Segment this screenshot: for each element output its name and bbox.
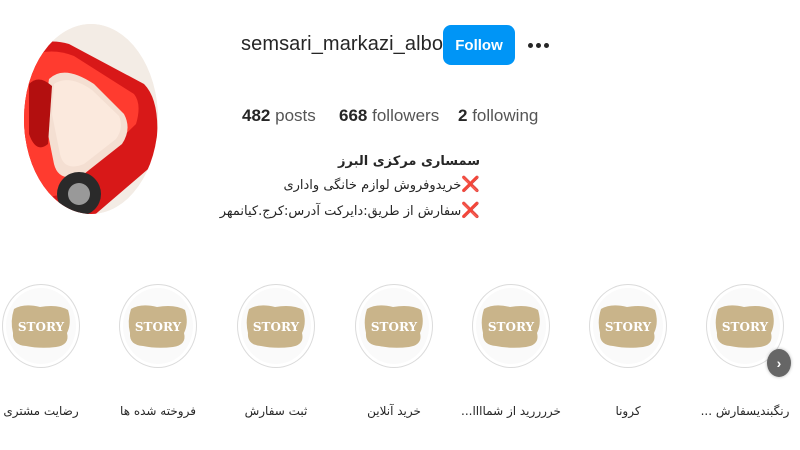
highlight-cover: STORY bbox=[593, 288, 663, 364]
follow-button[interactable]: Follow bbox=[443, 25, 515, 65]
bio-line-text: سفارش از طریق:دایرکت آدرس:کرج.کیانمهر bbox=[219, 204, 462, 219]
posts-count: 482 posts bbox=[242, 106, 316, 126]
highlight-cover: STORY bbox=[476, 288, 546, 364]
story-badge-icon: STORY bbox=[11, 305, 70, 348]
highlight-label: کرونا bbox=[615, 404, 641, 418]
following-label: following bbox=[472, 106, 539, 125]
more-horizontal-icon bbox=[527, 42, 533, 48]
highlight-ring: STORY bbox=[355, 284, 433, 368]
story-badge-icon: STORY bbox=[128, 305, 187, 348]
story-badge-text: STORY bbox=[605, 320, 652, 334]
highlight-item[interactable]: STORY فروخته شده ها bbox=[103, 284, 213, 418]
profile-bio: سمساری مرکزی البرز ❌خریدوفروش لوازم خانگ… bbox=[220, 152, 480, 224]
story-badge-text: STORY bbox=[488, 320, 535, 334]
posts-label: posts bbox=[275, 106, 316, 125]
highlight-cover: STORY bbox=[6, 288, 76, 364]
story-badge-icon: STORY bbox=[246, 305, 305, 348]
highlight-ring: STORY bbox=[472, 284, 550, 368]
highlight-label: رنگبندیسفارش ... bbox=[700, 404, 790, 418]
highlight-item[interactable]: STORY خرید آنلاین bbox=[339, 284, 449, 418]
car-bed-image bbox=[24, 24, 158, 214]
story-badge-text: STORY bbox=[18, 320, 65, 334]
highlight-item[interactable]: STORY رضایت مشتری bbox=[0, 284, 96, 418]
profile-username: semsari_markazi_alborz bbox=[241, 33, 460, 55]
story-badge-text: STORY bbox=[371, 320, 418, 334]
bio-line: ❌سفارش از طریق:دایرکت آدرس:کرج.کیانمهر bbox=[220, 198, 480, 224]
highlight-ring: STORY bbox=[119, 284, 197, 368]
story-badge-text: STORY bbox=[253, 320, 300, 334]
more-dot bbox=[543, 42, 549, 48]
bio-line: ❌خریدوفروش لوازم خانگی واداری bbox=[230, 172, 480, 198]
following-link[interactable]: 2 following bbox=[458, 106, 538, 126]
bio-line-text: خریدوفروش لوازم خانگی واداری bbox=[283, 178, 462, 193]
highlight-label: رضایت مشتری bbox=[3, 404, 79, 418]
chevron-right-icon: › bbox=[776, 355, 782, 371]
bio-full-name: سمساری مرکزی البرز bbox=[338, 154, 480, 169]
close-mark-icon: ❌ bbox=[461, 201, 480, 219]
highlights-next-button[interactable]: › bbox=[767, 349, 791, 377]
highlight-label: ثبت سفارش bbox=[244, 404, 308, 418]
close-mark-icon: ❌ bbox=[461, 175, 480, 193]
followers-number: 668 bbox=[339, 106, 368, 125]
highlight-label: فروخته شده ها bbox=[120, 404, 196, 418]
highlight-item[interactable]: STORY خررررید از شماااا... bbox=[456, 284, 566, 418]
followers-link[interactable]: 668 followers bbox=[339, 106, 439, 126]
highlight-cover: STORY bbox=[123, 288, 193, 364]
highlight-ring: STORY bbox=[589, 284, 667, 368]
story-badge-icon: STORY bbox=[715, 305, 774, 348]
highlight-item[interactable]: STORY کرونا bbox=[573, 284, 683, 418]
posts-number: 482 bbox=[242, 106, 271, 125]
more-options-button[interactable] bbox=[524, 30, 552, 60]
highlight-ring: STORY bbox=[237, 284, 315, 368]
profile-page: semsari_markazi_alborz Follow 482 posts … bbox=[0, 0, 800, 450]
highlight-label: خررررید از شماااا... bbox=[461, 404, 561, 418]
following-number: 2 bbox=[458, 106, 468, 125]
more-dot bbox=[535, 42, 541, 48]
story-badge-text: STORY bbox=[722, 320, 769, 334]
highlight-cover: STORY bbox=[359, 288, 429, 364]
highlight-item[interactable]: STORY ثبت سفارش bbox=[221, 284, 331, 418]
followers-label: followers bbox=[372, 106, 440, 125]
story-badge-icon: STORY bbox=[364, 305, 423, 348]
highlight-label: خرید آنلاین bbox=[367, 404, 421, 418]
story-badge-icon: STORY bbox=[481, 305, 540, 348]
story-badge-text: STORY bbox=[135, 320, 182, 334]
story-badge-icon: STORY bbox=[598, 305, 657, 348]
highlight-ring: STORY bbox=[2, 284, 80, 368]
highlight-cover: STORY bbox=[241, 288, 311, 364]
profile-avatar[interactable] bbox=[24, 24, 158, 214]
